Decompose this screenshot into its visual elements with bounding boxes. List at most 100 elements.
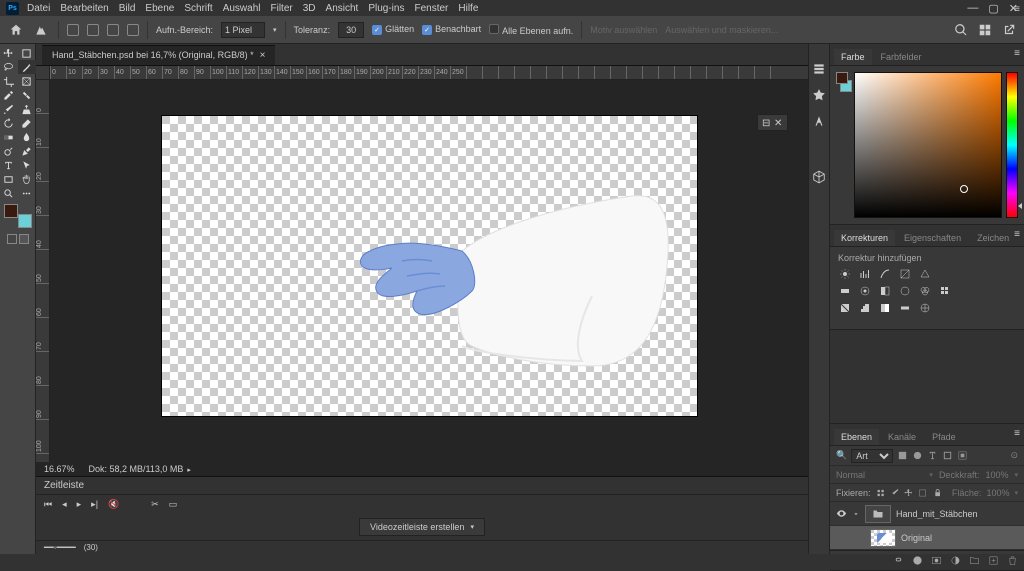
- anti-alias-checkbox[interactable]: ✓: [372, 25, 382, 35]
- adj-photo-filter-icon[interactable]: [898, 285, 912, 297]
- tool-history-brush[interactable]: [0, 116, 18, 130]
- tool-clone[interactable]: [18, 102, 36, 116]
- tool-artboard[interactable]: [18, 46, 36, 60]
- tool-healing[interactable]: [18, 88, 36, 102]
- opacity-value[interactable]: 100%: [985, 470, 1008, 480]
- menu-window[interactable]: Fenster: [414, 3, 448, 14]
- filter-kind-select[interactable]: Art: [851, 449, 893, 463]
- filter-shape-icon[interactable]: [942, 450, 953, 461]
- overlay-icon-2[interactable]: ✕: [774, 118, 783, 127]
- tab-corrections[interactable]: Korrekturen: [834, 230, 895, 246]
- color-swatch-pair[interactable]: [836, 72, 850, 218]
- collapsed-glyphs-icon[interactable]: [812, 114, 826, 128]
- workspace-switcher-icon[interactable]: [978, 23, 992, 37]
- color-field[interactable]: [854, 72, 1002, 218]
- adj-exposure-icon[interactable]: [898, 268, 912, 280]
- home-button[interactable]: [8, 22, 24, 38]
- timeline-next-frame[interactable]: ▸|: [91, 499, 98, 510]
- delete-layer-icon[interactable]: [1007, 555, 1018, 566]
- expand-caret-icon[interactable]: [852, 510, 860, 518]
- adj-threshold-icon[interactable]: [878, 302, 892, 314]
- menu-plugins[interactable]: Plug-ins: [368, 3, 404, 14]
- tool-move[interactable]: [0, 46, 18, 60]
- maximize-button[interactable]: ▢: [988, 2, 998, 15]
- menu-edit[interactable]: Bearbeiten: [60, 3, 108, 14]
- adj-selective-color-icon[interactable]: [918, 302, 932, 314]
- filter-toggle-icon[interactable]: ⊙: [1010, 450, 1018, 461]
- lock-all-icon[interactable]: [933, 488, 942, 498]
- layer-thumbnail[interactable]: [870, 529, 896, 547]
- tool-zoom[interactable]: [0, 186, 18, 200]
- quick-mask-toggle[interactable]: [7, 234, 29, 244]
- adj-gradient-map-icon[interactable]: [898, 302, 912, 314]
- collapsed-libraries-icon[interactable]: [812, 62, 826, 76]
- tool-eyedropper[interactable]: [0, 88, 18, 102]
- tool-eraser[interactable]: [18, 116, 36, 130]
- adj-color-balance-icon[interactable]: [858, 285, 872, 297]
- timeline-tab[interactable]: Zeitleiste: [44, 480, 84, 491]
- hue-slider-handle[interactable]: [1018, 203, 1022, 209]
- timeline-audio-icon[interactable]: 🔇: [108, 499, 119, 510]
- adj-vibrance-icon[interactable]: [918, 268, 932, 280]
- lock-position-icon[interactable]: [904, 488, 913, 498]
- all-layers-checkbox[interactable]: [489, 24, 499, 34]
- timeline-split-icon[interactable]: ✂: [151, 499, 159, 510]
- tool-brush[interactable]: [0, 102, 18, 116]
- tool-lasso[interactable]: [0, 60, 18, 74]
- search-icon[interactable]: [954, 23, 968, 37]
- layer-name[interactable]: Original: [901, 533, 1018, 543]
- doc-info[interactable]: Dok: 58,2 MB/113,0 MB ▸: [89, 464, 191, 474]
- foreground-color[interactable]: [4, 204, 18, 218]
- ruler-horizontal[interactable]: 0102030405060708090100110120130140150160…: [50, 66, 808, 80]
- fill-value[interactable]: 100%: [986, 488, 1009, 498]
- tab-swatches[interactable]: Farbfelder: [874, 49, 929, 65]
- lock-pixels-icon[interactable]: [890, 488, 899, 498]
- menu-select[interactable]: Auswahl: [223, 3, 261, 14]
- tab-layers[interactable]: Ebenen: [834, 429, 879, 445]
- visibility-eye-icon[interactable]: [836, 508, 847, 519]
- tab-color[interactable]: Farbe: [834, 49, 872, 65]
- subtract-selection-mode[interactable]: [107, 24, 119, 36]
- tool-dodge[interactable]: [0, 144, 18, 158]
- new-group-icon[interactable]: [969, 555, 980, 566]
- tolerance-input[interactable]: [338, 22, 364, 38]
- timeline-prev-frame[interactable]: ◂: [62, 499, 67, 510]
- share-icon[interactable]: [1002, 23, 1016, 37]
- color-picker-ring[interactable]: [960, 185, 968, 193]
- filter-pixel-icon[interactable]: [897, 450, 908, 461]
- ruler-vertical[interactable]: 0102030405060708090100: [36, 80, 50, 462]
- sample-size-select[interactable]: [221, 22, 265, 38]
- tab-character[interactable]: Zeichen: [970, 230, 1016, 246]
- intersect-selection-mode[interactable]: [127, 24, 139, 36]
- tool-crop[interactable]: [0, 74, 18, 88]
- new-selection-mode[interactable]: [67, 24, 79, 36]
- adjustments-panel-menu-icon[interactable]: ≡: [1014, 229, 1020, 240]
- minimize-button[interactable]: —: [967, 2, 978, 15]
- layer-group-item[interactable]: Hand_mit_Stäbchen: [830, 502, 1024, 526]
- lock-transparency-icon[interactable]: [876, 488, 885, 498]
- menu-help[interactable]: Hilfe: [458, 3, 478, 14]
- select-subject-button[interactable]: Motiv auswählen: [590, 25, 657, 35]
- adj-channel-mixer-icon[interactable]: [918, 285, 932, 297]
- layer-name[interactable]: Hand_mit_Stäbchen: [896, 509, 1018, 519]
- select-and-mask-button[interactable]: Auswählen und maskieren...: [665, 25, 778, 35]
- menu-3d[interactable]: 3D: [303, 3, 316, 14]
- menu-filter[interactable]: Filter: [271, 3, 293, 14]
- zoom-level[interactable]: 16.67%: [44, 464, 75, 474]
- hue-slider[interactable]: [1006, 72, 1018, 218]
- adj-invert-icon[interactable]: [838, 302, 852, 314]
- add-mask-icon[interactable]: [931, 555, 942, 566]
- adj-bw-icon[interactable]: [878, 285, 892, 297]
- adj-brightness-icon[interactable]: [838, 268, 852, 280]
- document-tab[interactable]: Hand_Stäbchen.psd bei 16,7% (Original, R…: [42, 45, 275, 65]
- adj-levels-icon[interactable]: [858, 268, 872, 280]
- canvas[interactable]: ⊟ ✕: [50, 80, 808, 462]
- filter-type-icon[interactable]: [927, 450, 938, 461]
- menu-layer[interactable]: Ebene: [145, 3, 174, 14]
- timeline-transition-icon[interactable]: ▭: [169, 499, 178, 510]
- adj-curves-icon[interactable]: [878, 268, 892, 280]
- panel-foreground-color[interactable]: [836, 72, 848, 84]
- timeline-play[interactable]: ▸: [77, 499, 82, 510]
- collapsed-styles-icon[interactable]: [812, 88, 826, 102]
- current-tool-icon[interactable]: [32, 21, 50, 39]
